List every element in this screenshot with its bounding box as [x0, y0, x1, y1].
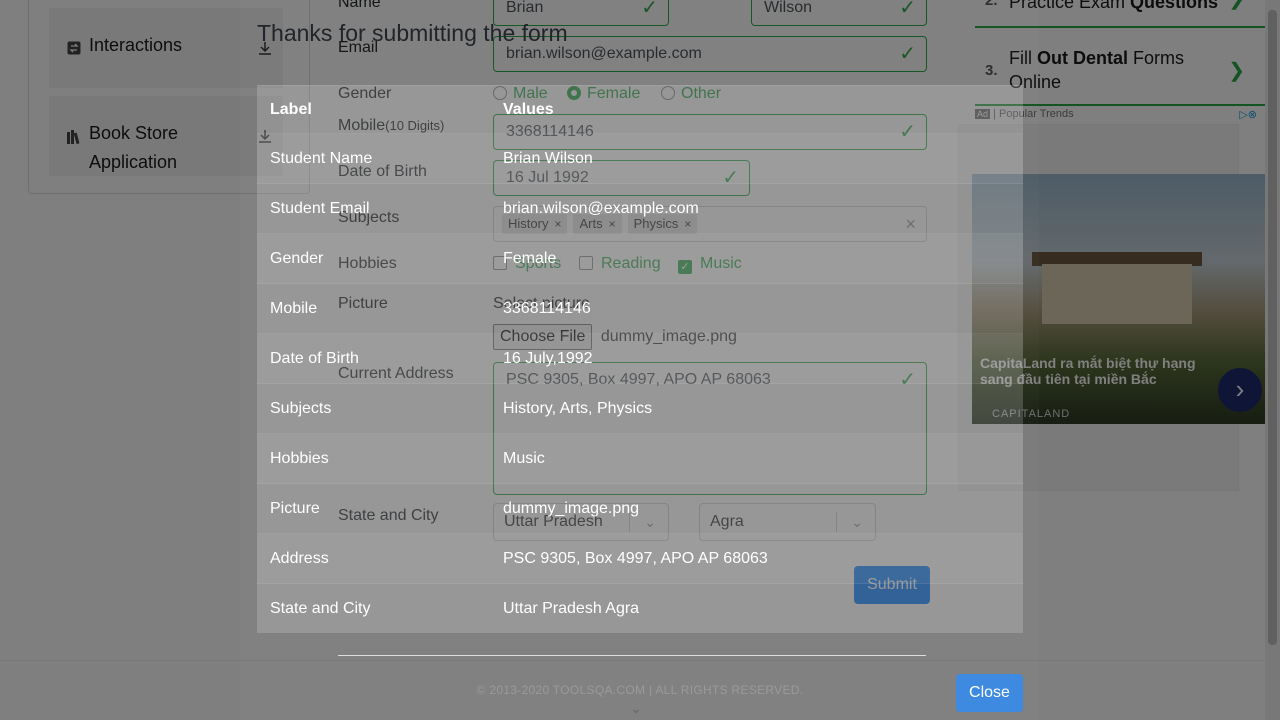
row-label: Student Name: [257, 133, 490, 184]
row-value: PSC 9305, Box 4997, APO AP 68063: [490, 533, 1023, 584]
copyright-text: © 2013-2020 TOOLSQA.COM | ALL RIGHTS RES…: [476, 683, 804, 697]
row-value: Music: [490, 433, 1023, 484]
submission-table: Label Values Student Name Brian Wilson St…: [257, 85, 1023, 633]
modal-title: Thanks for submitting the form: [257, 20, 568, 46]
table-row: Picture dummy_image.png: [257, 483, 1023, 534]
column-header-label: Label: [257, 85, 490, 134]
row-label: Mobile: [257, 283, 490, 334]
row-value: brian.wilson@example.com: [490, 183, 1023, 234]
table-header-row: Label Values: [257, 85, 1023, 134]
row-label: Subjects: [257, 383, 490, 434]
table-row: Date of Birth 16 July,1992: [257, 333, 1023, 384]
table-row: State and City Uttar Pradesh Agra: [257, 583, 1023, 633]
row-value: 3368114146: [490, 283, 1023, 334]
chevron-down-icon[interactable]: ⌄: [630, 700, 642, 717]
row-value: 16 July,1992: [490, 333, 1023, 384]
row-value: History, Arts, Physics: [490, 383, 1023, 434]
row-value: Brian Wilson: [490, 133, 1023, 184]
row-label: State and City: [257, 583, 490, 633]
row-value: dummy_image.png: [490, 483, 1023, 534]
row-label: Hobbies: [257, 433, 490, 484]
modal-divider: [338, 655, 926, 656]
row-value: Female: [490, 233, 1023, 284]
row-label: Picture: [257, 483, 490, 534]
table-row: Gender Female: [257, 233, 1023, 284]
row-label: Student Email: [257, 183, 490, 234]
column-header-values: Values: [490, 85, 1023, 134]
table-row: Subjects History, Arts, Physics: [257, 383, 1023, 434]
table-row: Address PSC 9305, Box 4997, APO AP 68063: [257, 533, 1023, 584]
close-button[interactable]: Close: [956, 674, 1023, 712]
table-row: Student Name Brian Wilson: [257, 133, 1023, 184]
table-row: Hobbies Music: [257, 433, 1023, 484]
row-value: Uttar Pradesh Agra: [490, 583, 1023, 633]
row-label: Gender: [257, 233, 490, 284]
row-label: Date of Birth: [257, 333, 490, 384]
table-row: Mobile 3368114146: [257, 283, 1023, 334]
row-label: Address: [257, 533, 490, 584]
table-row: Student Email brian.wilson@example.com: [257, 183, 1023, 234]
